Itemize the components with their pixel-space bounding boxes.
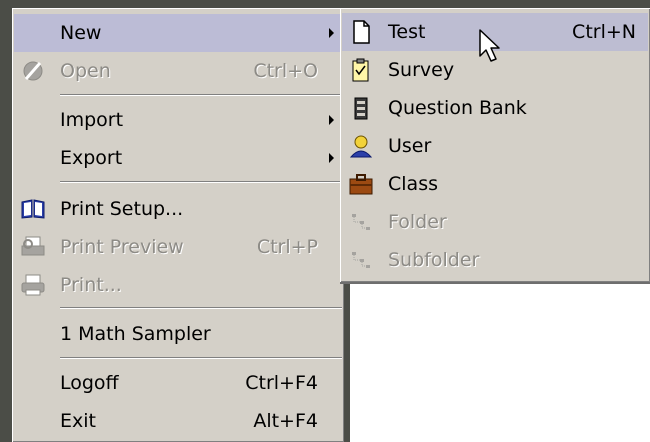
submenu-item-subfolder[interactable]: Subfolder: [342, 241, 648, 279]
menu-item-print-setup[interactable]: Print Setup...: [14, 190, 342, 228]
survey-icon: [348, 58, 374, 82]
submenu-item-test-shortcut: Ctrl+N: [572, 21, 636, 43]
menu-item-open-label: Open: [60, 60, 111, 82]
question-bank-icon: [348, 96, 374, 120]
menu-item-logoff[interactable]: Logoff Ctrl+F4: [14, 364, 342, 402]
menu-separator: [60, 181, 342, 183]
menu-item-logoff-label: Logoff: [60, 372, 119, 394]
menu-item-logoff-shortcut: Ctrl+F4: [245, 372, 318, 394]
menu-item-export-label: Export: [60, 147, 123, 169]
subfolder-tree-icon: [348, 248, 374, 272]
book-icon: [20, 197, 46, 221]
menu-item-exit-shortcut: Alt+F4: [253, 410, 318, 432]
submenu-item-subfolder-label: Subfolder: [388, 249, 480, 271]
printer-icon: [20, 273, 46, 297]
submenu-item-folder-label: Folder: [388, 211, 447, 233]
user-icon: [348, 134, 374, 158]
submenu-item-class-label: Class: [388, 173, 438, 195]
menu-item-open[interactable]: Open Ctrl+O: [14, 52, 342, 90]
background-window: [350, 284, 650, 442]
menu-item-print-label: Print...: [60, 274, 122, 296]
menu-item-exit-label: Exit: [60, 410, 96, 432]
print-preview-icon: [20, 235, 46, 259]
menu-item-import-label: Import: [60, 109, 124, 131]
menu-item-print-preview-shortcut: Ctrl+P: [256, 236, 318, 258]
submenu-item-class[interactable]: Class: [342, 165, 648, 203]
menu-item-new-label: New: [60, 22, 102, 44]
menu-item-print[interactable]: Print...: [14, 266, 342, 304]
open-icon: [20, 59, 46, 83]
submenu-item-user-label: User: [388, 135, 432, 157]
menu-item-print-preview[interactable]: Print Preview Ctrl+P: [14, 228, 342, 266]
menu-item-print-preview-label: Print Preview: [60, 236, 184, 258]
file-menu: New Open Ctrl+O Import Export Print Setu…: [12, 8, 344, 442]
submenu-item-user[interactable]: User: [342, 127, 648, 165]
submenu-arrow-icon: [329, 115, 334, 125]
menu-separator: [60, 357, 342, 359]
submenu-item-test-label: Test: [388, 21, 426, 43]
menu-item-recent-file-label: 1 Math Sampler: [60, 323, 211, 345]
submenu-arrow-icon: [329, 153, 334, 163]
submenu-item-question-bank[interactable]: Question Bank: [342, 89, 648, 127]
menu-item-recent-file[interactable]: 1 Math Sampler: [14, 315, 342, 353]
submenu-item-folder[interactable]: Folder: [342, 203, 648, 241]
submenu-item-survey-label: Survey: [388, 59, 455, 81]
submenu-item-question-bank-label: Question Bank: [388, 97, 527, 119]
menu-item-exit[interactable]: Exit Alt+F4: [14, 402, 342, 440]
mouse-cursor-icon: [478, 28, 504, 68]
menu-item-open-shortcut: Ctrl+O: [253, 60, 318, 82]
menu-item-print-setup-label: Print Setup...: [60, 198, 184, 220]
folder-tree-icon: [348, 210, 374, 234]
submenu-arrow-icon: [329, 28, 334, 38]
briefcase-icon: [348, 172, 374, 196]
menu-item-import[interactable]: Import: [14, 101, 342, 139]
menu-separator: [60, 94, 342, 96]
menu-item-export[interactable]: Export: [14, 139, 342, 177]
document-icon: [348, 20, 374, 44]
menu-item-new[interactable]: New: [14, 14, 342, 52]
menu-separator: [60, 307, 342, 309]
